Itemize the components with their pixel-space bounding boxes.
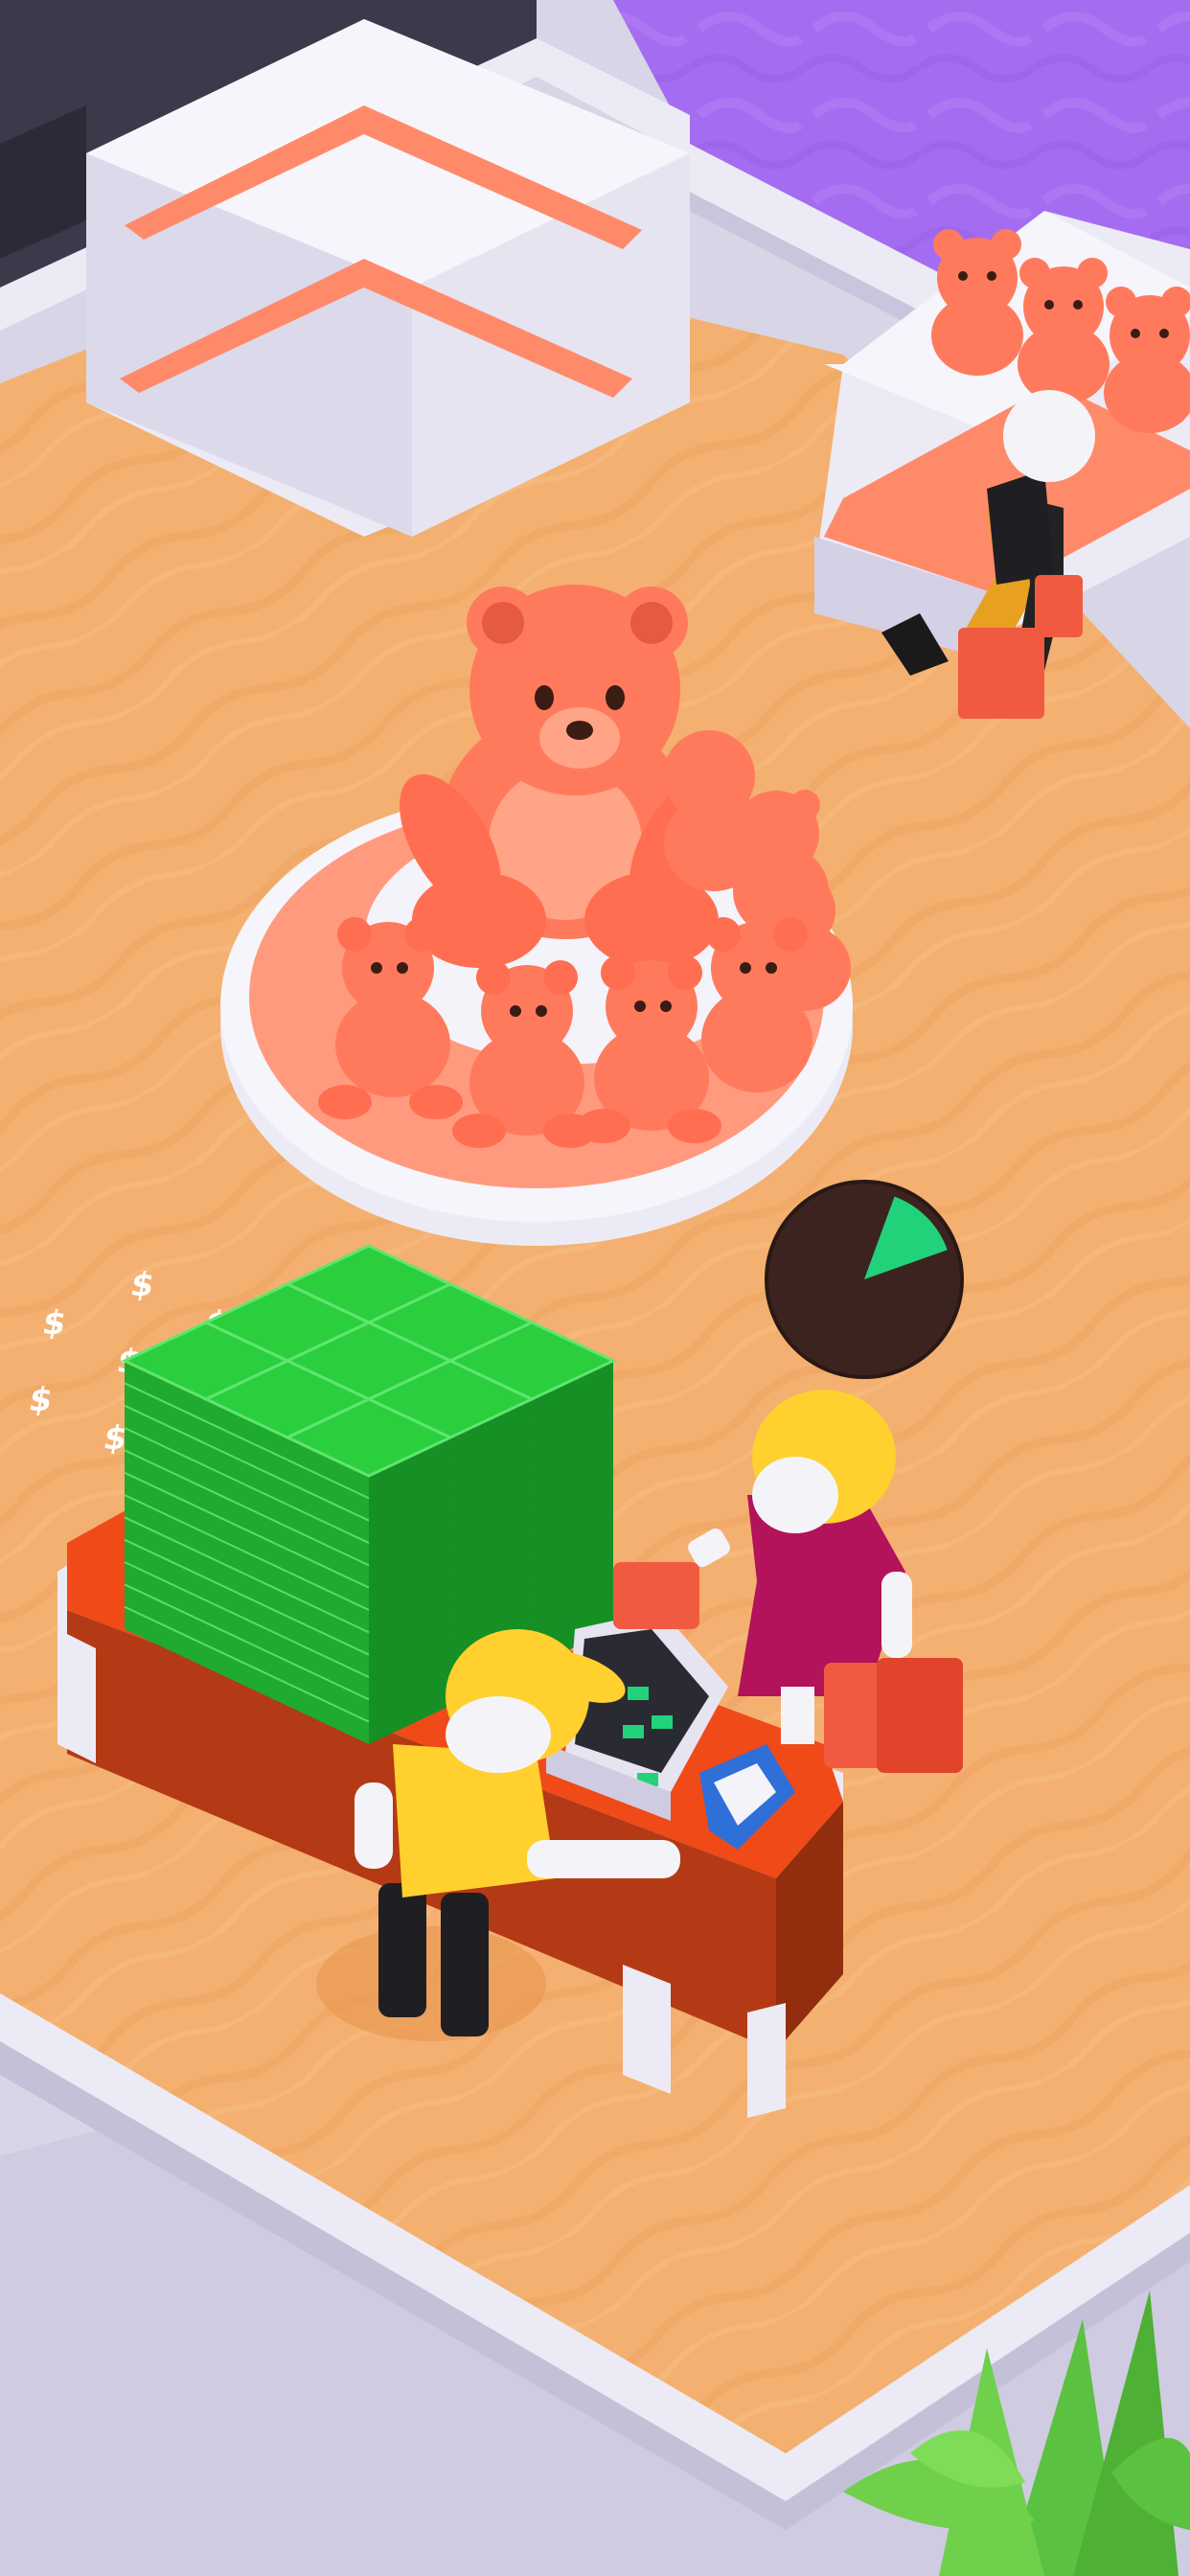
game-scene: $$$$$$$$$ — [0, 0, 1190, 2576]
checkout-timer — [765, 1180, 964, 1379]
game-canvas: $$$$$$$$$ — [0, 0, 1190, 2576]
shopping-bag — [613, 1562, 699, 1629]
shopping-bag — [958, 628, 1044, 719]
